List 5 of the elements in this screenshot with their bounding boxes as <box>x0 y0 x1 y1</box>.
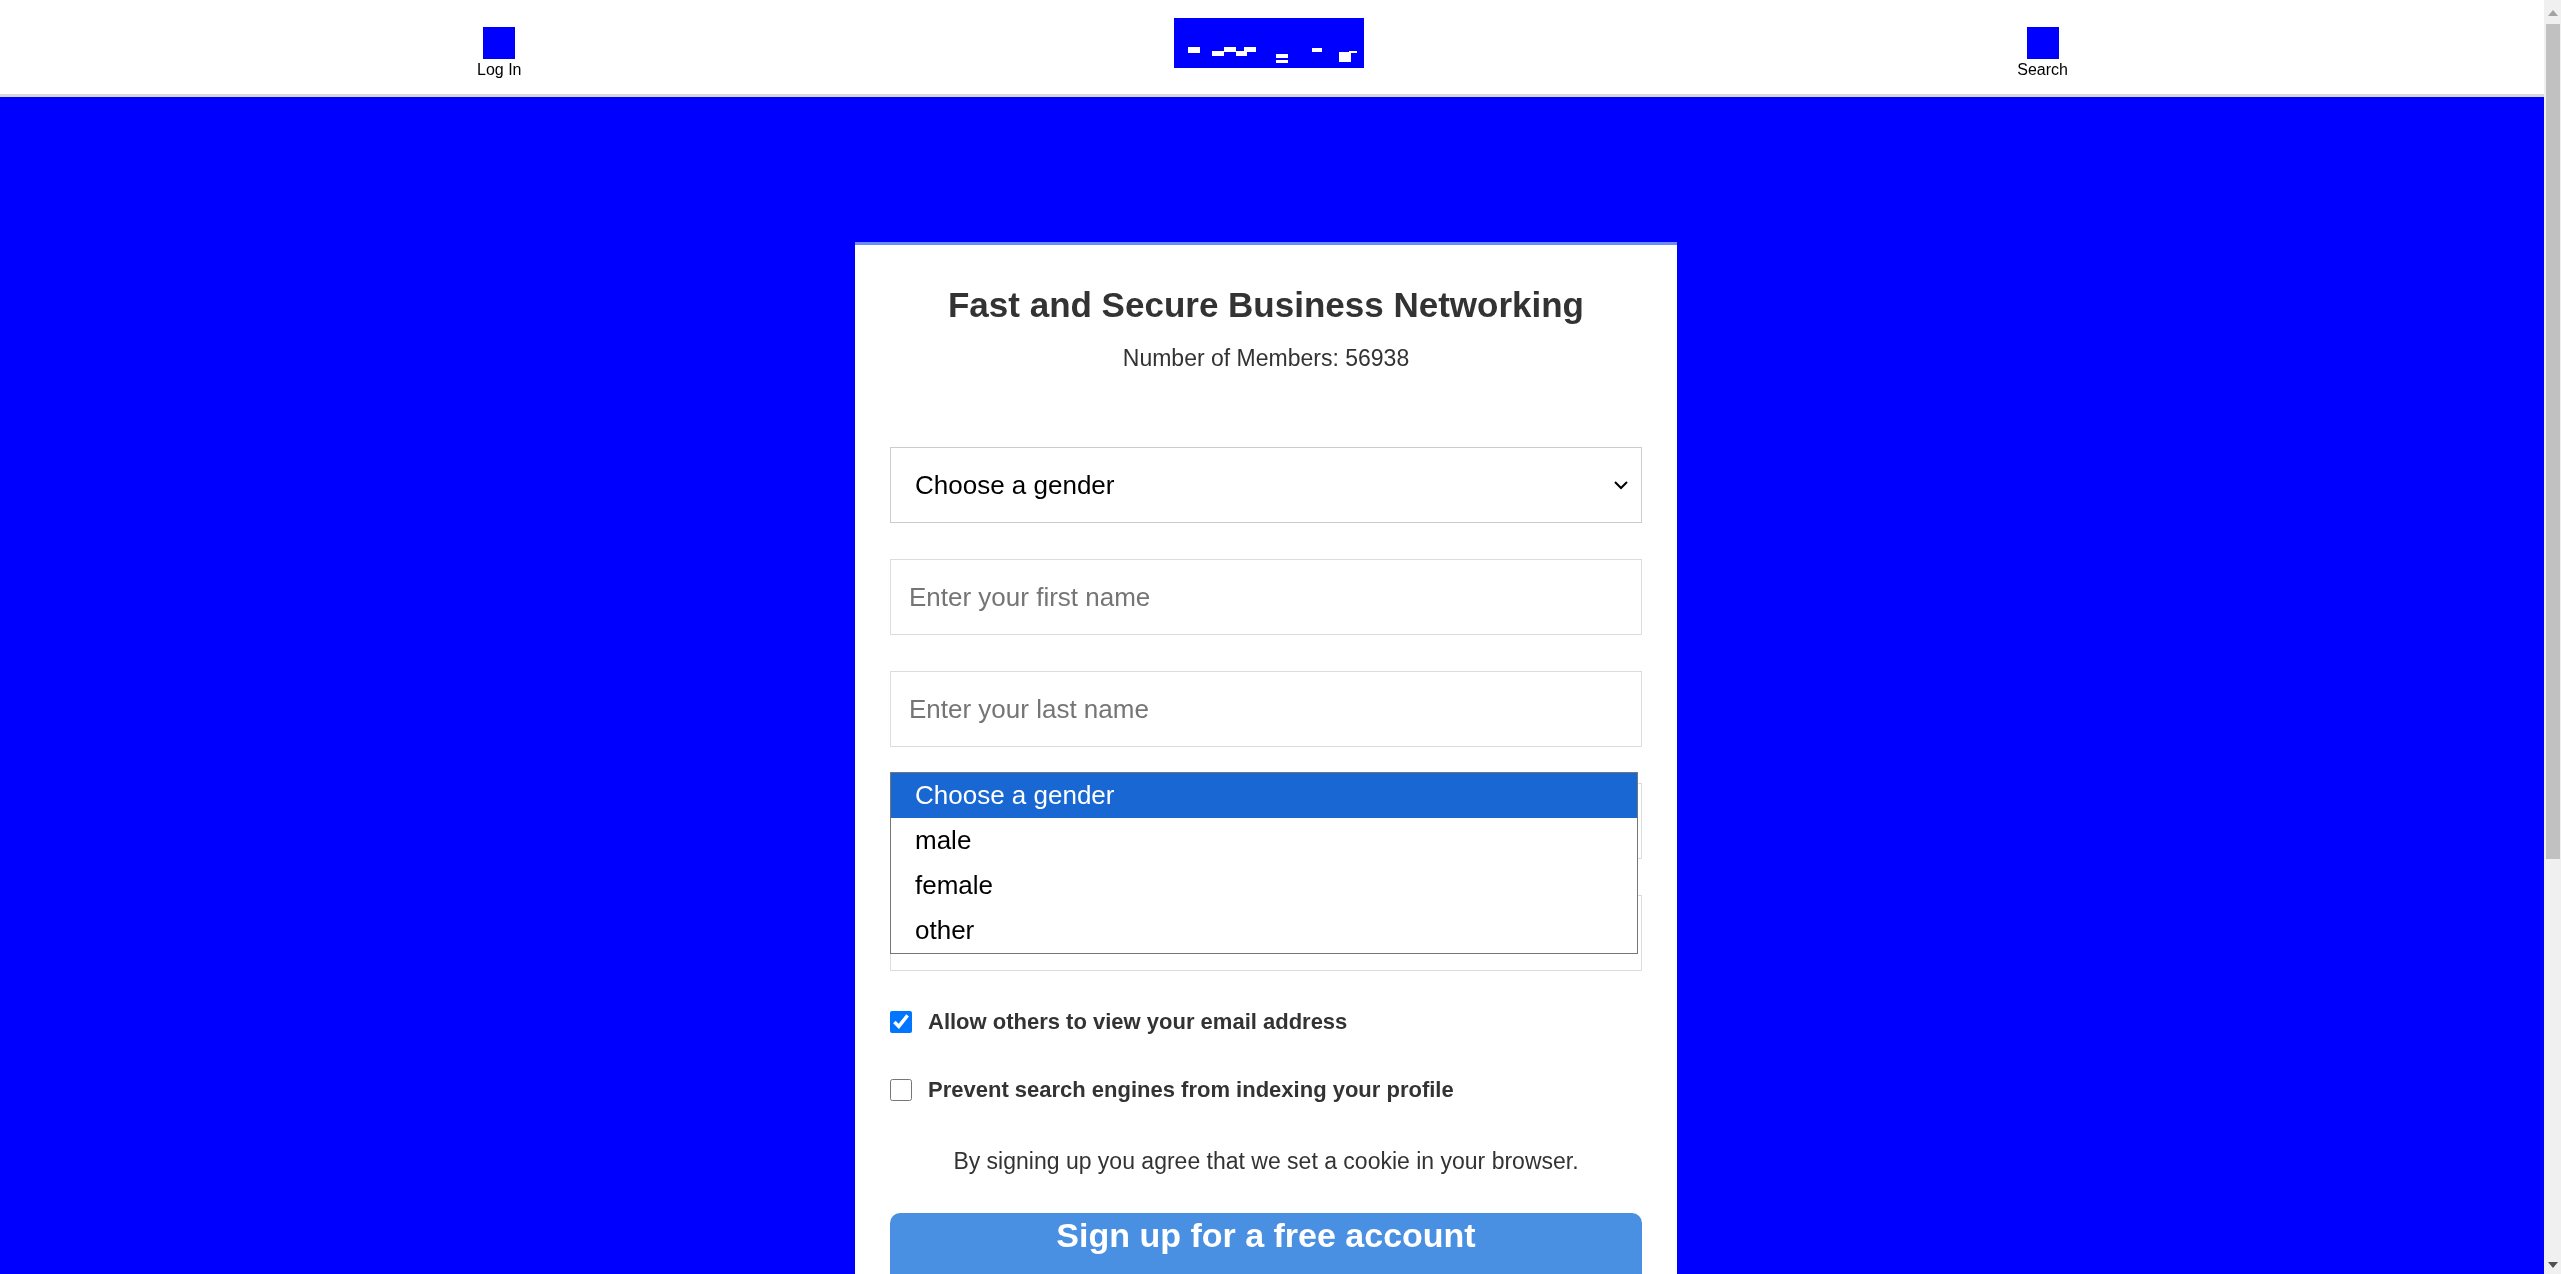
member-count: Number of Members: 56938 <box>1121 343 1411 373</box>
checkbox-label: Prevent search engines from indexing your profile <box>928 1076 1454 1105</box>
cookie-notice: By signing up you agree that we set a cookie in your browser. <box>952 1147 1580 1177</box>
card-title: Fast and Secure Business Networking <box>947 284 1585 326</box>
checkbox-label: Allow others to view your email address <box>928 1008 1348 1037</box>
